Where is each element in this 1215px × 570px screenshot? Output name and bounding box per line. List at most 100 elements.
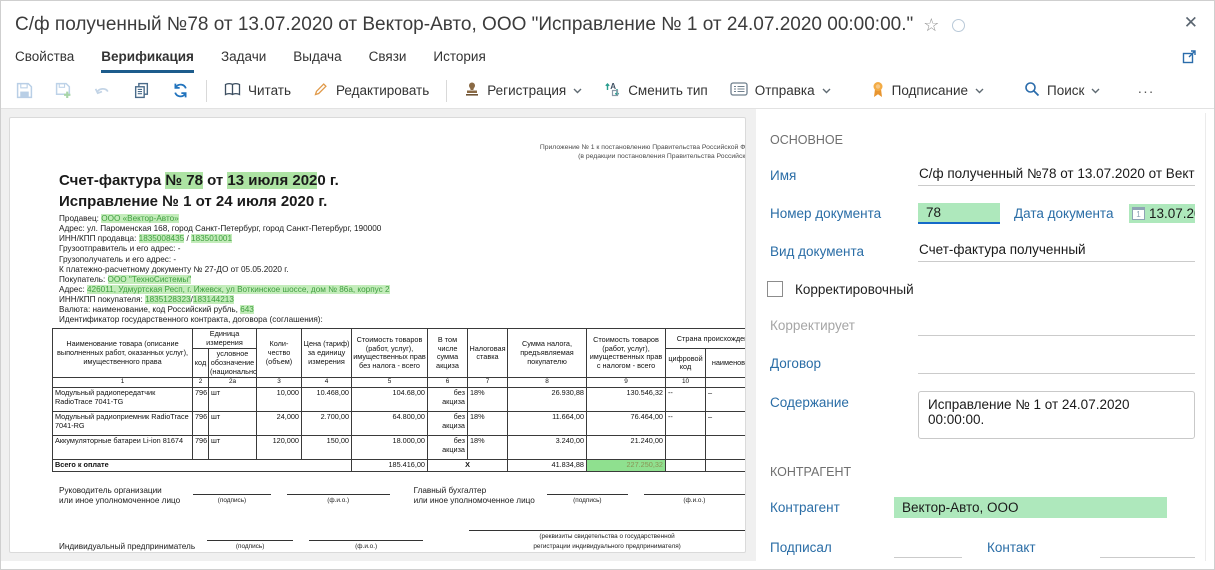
buyer-address-line: Адрес: 426011, Удмуртская Респ, г. Ижевс… bbox=[59, 285, 745, 295]
stamp-icon bbox=[464, 81, 480, 100]
signing-label: Подписание bbox=[892, 83, 968, 98]
field-signedby-contact: Подписал Контакт bbox=[766, 535, 1195, 559]
field-contract: Договор bbox=[766, 351, 1195, 375]
toolbar-separator bbox=[206, 80, 207, 102]
corrective-label: Корректировочный bbox=[795, 282, 914, 297]
change-type-label: Сменить тип bbox=[628, 83, 708, 98]
svg-text:A: A bbox=[610, 82, 616, 91]
send-label: Отправка bbox=[755, 83, 815, 98]
seller-inn-line: ИНН/КПП продавца: 1835008435 / 183501001 bbox=[59, 234, 745, 244]
consignee-line: Грузополучатель и его адрес: - bbox=[59, 255, 745, 265]
send-button[interactable]: Отправка bbox=[719, 77, 842, 105]
invoice-correction-title: Исправление № 1 от 24 июля 2020 г. bbox=[59, 193, 745, 210]
toolbar-separator bbox=[446, 80, 447, 102]
contract-id-line: Идентификатор государственного контракта… bbox=[59, 315, 745, 325]
document-title: С/ф полученный №78 от 13.07.2020 от Вект… bbox=[15, 14, 913, 36]
save-as-button[interactable] bbox=[44, 77, 83, 105]
field-name: Имя С/ф полученный №78 от 13.07.2020 от … bbox=[766, 163, 1195, 187]
search-icon bbox=[1024, 81, 1040, 100]
counterparty-input[interactable]: Вектор-Авто, ООО bbox=[894, 497, 1167, 518]
tab-history[interactable]: История bbox=[433, 49, 485, 73]
payment-doc-line: К платежно-расчетному документу № 27-ДО … bbox=[59, 265, 745, 275]
invoice-requisites: Продавец: ООО «Вектор-Авто» Адрес: ул. П… bbox=[59, 214, 745, 325]
document-number-input[interactable]: 78 bbox=[918, 203, 1000, 224]
tab-properties[interactable]: Свойства bbox=[15, 49, 74, 73]
tab-verification[interactable]: Верификация bbox=[101, 49, 194, 73]
table-row: Модульный радиопередатчик RadioTrace 704… bbox=[53, 388, 747, 412]
more-actions-button[interactable]: ··· bbox=[1125, 83, 1166, 99]
tab-issue[interactable]: Выдача bbox=[293, 49, 341, 73]
buyer-line: Покупатель: ООО "ТехноСистемы" bbox=[59, 275, 745, 285]
kind-input[interactable]: Счет-фактура полученный bbox=[918, 240, 1195, 262]
contact-input[interactable] bbox=[1100, 537, 1195, 558]
registration-button[interactable]: Регистрация bbox=[453, 77, 593, 105]
signed-by-input[interactable] bbox=[894, 537, 962, 558]
pencil-icon bbox=[313, 81, 329, 100]
sig-head-director: Руководитель организацииили иное уполном… bbox=[59, 486, 187, 505]
search-button[interactable]: Поиск bbox=[1013, 77, 1111, 105]
save-button[interactable] bbox=[5, 77, 44, 105]
status-circle-icon[interactable] bbox=[952, 19, 965, 32]
content-area: Приложение № 1 к постановлению Правитель… bbox=[1, 109, 1214, 561]
undo-button[interactable] bbox=[83, 77, 122, 105]
seller-address-line: Адрес: ул. Пароменская 168, город Санкт-… bbox=[59, 224, 745, 234]
send-list-icon bbox=[730, 82, 748, 99]
document-date-input[interactable]: 1 13.07.2020 bbox=[1129, 204, 1195, 223]
field-corrects: Корректирует bbox=[766, 313, 1195, 337]
properties-panel: ОСНОВНОЕ Имя С/ф полученный №78 от 13.07… bbox=[756, 109, 1214, 561]
invoice-page: Приложение № 1 к постановлению Правитель… bbox=[9, 117, 746, 553]
chevron-down-icon bbox=[1091, 88, 1100, 94]
currency-line: Валюта: наименование, код Российский руб… bbox=[59, 305, 745, 315]
sig-head-entrepreneur: Индивидуальный предприниматель bbox=[59, 542, 201, 552]
document-preview-pane[interactable]: Приложение № 1 к постановлению Правитель… bbox=[1, 109, 756, 561]
subject-label: Содержание bbox=[766, 391, 918, 410]
table-row: Аккумуляторные батареи Li-ion 81674796шт… bbox=[53, 436, 747, 460]
section-counterparty: КОНТРАГЕНТ bbox=[766, 465, 1195, 479]
copy-button[interactable] bbox=[122, 77, 161, 105]
edit-button[interactable]: Редактировать bbox=[302, 77, 440, 105]
invoice-table: Наименование товара (описание выполненны… bbox=[52, 328, 746, 472]
contact-label: Контакт bbox=[987, 540, 1036, 555]
section-main: ОСНОВНОЕ bbox=[766, 133, 1195, 147]
edit-label: Редактировать bbox=[336, 83, 429, 98]
favorite-star-icon[interactable]: ☆ bbox=[923, 15, 939, 36]
calendar-icon: 1 bbox=[1132, 207, 1145, 220]
read-button[interactable]: Читать bbox=[213, 77, 302, 105]
close-icon[interactable]: ✕ bbox=[1180, 9, 1202, 37]
tab-bar: Свойства Верификация Задачи Выдача Связи… bbox=[1, 40, 1214, 73]
contract-label: Договор bbox=[766, 356, 918, 371]
corrective-checkbox[interactable] bbox=[767, 281, 783, 297]
kind-label: Вид документа bbox=[766, 244, 918, 259]
field-corrective: Корректировочный bbox=[766, 277, 1195, 301]
tab-tasks[interactable]: Задачи bbox=[221, 49, 266, 73]
field-number-date: Номер документа 78 Дата документа 1 13.0… bbox=[766, 201, 1195, 225]
table-colnum-row: 122а345678910 bbox=[53, 378, 747, 388]
highlight-date: 13 июля 202 bbox=[227, 172, 317, 189]
name-label: Имя bbox=[766, 168, 918, 183]
refresh-button[interactable] bbox=[161, 77, 200, 105]
total-highlighted-cell: 227.250,32 bbox=[587, 460, 666, 472]
table-total-row: Всего к оплате 185.416,00 X 41.834,88 22… bbox=[53, 460, 747, 472]
toolbar: Читать Редактировать Регистрация A Смени… bbox=[1, 73, 1214, 109]
contract-input[interactable] bbox=[918, 353, 1195, 374]
field-subject: Содержание Исправление № 1 от 24.07.2020… bbox=[766, 391, 1195, 439]
open-in-window-icon[interactable] bbox=[1181, 48, 1198, 70]
read-label: Читать bbox=[248, 83, 291, 98]
app-window: С/ф полученный №78 от 13.07.2020 от Вект… bbox=[0, 0, 1215, 570]
counterparty-label: Контрагент bbox=[766, 500, 894, 515]
ribbon-icon bbox=[871, 81, 885, 101]
change-type-button[interactable]: A Сменить тип bbox=[593, 77, 719, 105]
table-row: Модульный радиоприемник RadioTrace 7041-… bbox=[53, 412, 747, 436]
chevron-down-icon bbox=[822, 88, 831, 94]
highlight-number: № 78 bbox=[165, 172, 203, 189]
seller-line: Продавец: ООО «Вектор-Авто» bbox=[59, 214, 745, 224]
subject-textarea[interactable]: Исправление № 1 от 24.07.2020 00:00:00. bbox=[918, 391, 1195, 439]
corrects-input[interactable] bbox=[918, 315, 1195, 336]
scrollbar-track[interactable] bbox=[1205, 113, 1206, 561]
signing-button[interactable]: Подписание bbox=[860, 77, 995, 105]
chevron-down-icon bbox=[975, 88, 984, 94]
tab-links[interactable]: Связи bbox=[369, 49, 407, 73]
buyer-inn-line: ИНН/КПП покупателя: 1835128323/183144213 bbox=[59, 295, 745, 305]
name-input[interactable]: С/ф полученный №78 от 13.07.2020 от Вект… bbox=[918, 164, 1195, 186]
annex-note: Приложение № 1 к постановлению Правитель… bbox=[59, 144, 746, 161]
